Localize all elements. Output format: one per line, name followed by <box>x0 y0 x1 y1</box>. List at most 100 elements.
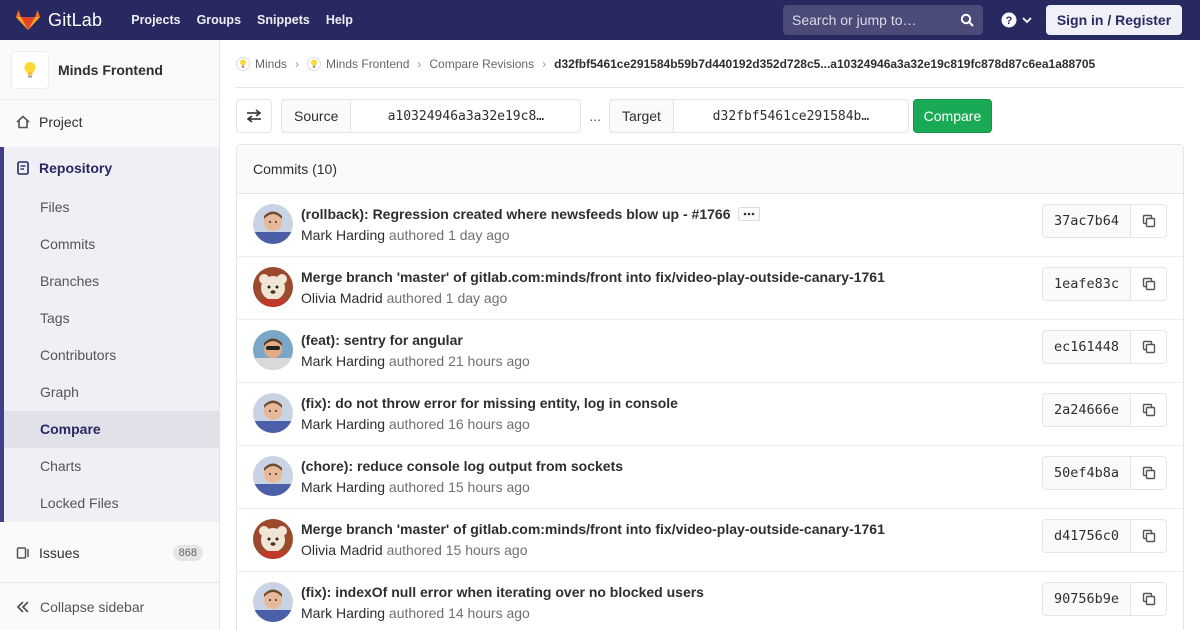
question-icon: ? <box>1001 12 1017 28</box>
commit-author[interactable]: Mark Harding <box>301 605 385 621</box>
authored-text: authored <box>386 542 446 558</box>
commit-title: (chore): reduce console log output from … <box>301 458 623 474</box>
commit-sha[interactable]: 2a24666e <box>1042 393 1131 427</box>
commit-meta: Mark Harding authored 14 hours ago <box>301 605 530 621</box>
sidebar-subitem-locked-files[interactable]: Locked Files <box>4 485 219 522</box>
breadcrumb-item-project[interactable]: Minds Frontend <box>307 56 409 71</box>
expand-description-button[interactable] <box>738 207 761 221</box>
sidebar-item-repository[interactable]: Repository <box>0 147 219 189</box>
help-dropdown[interactable]: ? <box>1001 9 1033 31</box>
commit-sha[interactable]: 1eafe83c <box>1042 267 1131 301</box>
commit-time: 1 day ago <box>445 290 508 306</box>
commit-author[interactable]: Olivia Madrid <box>301 542 383 558</box>
copy-icon <box>1142 529 1155 543</box>
chevron-right-icon: › <box>295 56 300 71</box>
commit-meta: Olivia Madrid authored 15 hours ago <box>301 542 528 558</box>
breadcrumb-current[interactable]: d32fbf5461ce291584b59b7d440192d352d728c5… <box>554 57 1095 71</box>
nav-link-groups[interactable]: Groups <box>189 0 249 40</box>
copy-icon <box>1142 214 1155 228</box>
commit-sha-group: d41756c0 <box>1042 519 1167 553</box>
avatar[interactable] <box>253 519 293 559</box>
commit-title: (fix): do not throw error for missing en… <box>301 395 678 411</box>
source-revision-group: Source a10324946a3a32e19c8… <box>281 99 582 133</box>
nav-link-projects[interactable]: Projects <box>123 0 188 40</box>
sidebar-subitem-charts[interactable]: Charts <box>4 448 219 485</box>
collapse-sidebar-button[interactable]: Collapse sidebar <box>0 582 219 630</box>
search-input[interactable] <box>792 12 960 28</box>
avatar[interactable] <box>253 267 293 307</box>
breadcrumb-label: Minds <box>255 56 288 71</box>
avatar[interactable] <box>253 393 293 433</box>
copy-sha-button[interactable] <box>1131 393 1167 427</box>
revision-separator: ... <box>589 108 602 124</box>
compare-form: Source a10324946a3a32e19c8… ... Target d… <box>236 99 992 133</box>
commit-time: 15 hours ago <box>445 542 528 558</box>
commits-panel: Commits (10) (rollback): Regression crea… <box>236 144 1184 630</box>
brand-name: GitLab <box>48 9 103 30</box>
sidebar-project-header[interactable]: Minds Frontend <box>0 40 219 100</box>
home-icon <box>16 115 30 129</box>
commit-title-link[interactable]: Merge branch 'master' of gitlab.com:mind… <box>301 521 885 537</box>
commit-author[interactable]: Mark Harding <box>301 227 385 243</box>
copy-sha-button[interactable] <box>1131 456 1167 490</box>
signin-register-button[interactable]: Sign in / Register <box>1046 5 1182 35</box>
commit-sha[interactable]: 90756b9e <box>1042 582 1131 616</box>
nav-link-snippets[interactable]: Snippets <box>249 0 318 40</box>
project-avatar-icon <box>307 56 322 71</box>
commit-title-link[interactable]: (chore): reduce console log output from … <box>301 458 623 474</box>
sidebar-subitem-files[interactable]: Files <box>4 189 219 226</box>
search-icon[interactable] <box>960 13 974 27</box>
sidebar-subitem-commits[interactable]: Commits <box>4 226 219 263</box>
avatar[interactable] <box>253 456 293 496</box>
sidebar-subitem-graph[interactable]: Graph <box>4 374 219 411</box>
commit-sha[interactable]: 50ef4b8a <box>1042 456 1131 490</box>
commit-author[interactable]: Olivia Madrid <box>301 290 383 306</box>
target-revision-dropdown[interactable]: d32fbf5461ce291584b… <box>673 99 909 133</box>
commit-author[interactable]: Mark Harding <box>301 353 385 369</box>
commit-author[interactable]: Mark Harding <box>301 416 385 432</box>
commit-sha[interactable]: ec161448 <box>1042 330 1131 364</box>
avatar[interactable] <box>253 330 293 370</box>
commit-sha[interactable]: d41756c0 <box>1042 519 1131 553</box>
avatar[interactable] <box>253 582 293 622</box>
breadcrumb-item-minds[interactable]: Minds <box>236 56 288 71</box>
commit-title-link[interactable]: (feat): sentry for angular <box>301 332 463 348</box>
sidebar-subitem-compare[interactable]: Compare <box>4 411 219 448</box>
breadcrumb-item-compare[interactable]: Compare Revisions <box>429 57 534 71</box>
commit-meta: Mark Harding authored 1 day ago <box>301 227 510 243</box>
sidebar-subitem-branches[interactable]: Branches <box>4 263 219 300</box>
chevron-right-icon: › <box>417 56 422 71</box>
repository-submenu: Files Commits Branches Tags Contributors… <box>0 189 219 522</box>
gitlab-logo[interactable]: GitLab <box>0 0 102 40</box>
copy-sha-button[interactable] <box>1131 519 1167 553</box>
nav-link-help[interactable]: Help <box>318 0 361 40</box>
commit-title-link[interactable]: (fix): indexOf null error when iterating… <box>301 584 704 600</box>
commit-time: 16 hours ago <box>448 416 530 432</box>
source-label: Source <box>281 99 352 133</box>
sidebar-item-label: Project <box>39 114 83 130</box>
nav-links: Projects Groups Snippets Help <box>123 0 361 40</box>
swap-revisions-button[interactable] <box>236 99 272 133</box>
commit-sha[interactable]: 37ac7b64 <box>1042 204 1131 238</box>
sidebar-item-project[interactable]: Project <box>0 102 219 142</box>
source-revision-dropdown[interactable]: a10324946a3a32e19c8… <box>351 99 582 133</box>
commit-title-link[interactable]: Merge branch 'master' of gitlab.com:mind… <box>301 269 885 285</box>
copy-sha-button[interactable] <box>1131 267 1167 301</box>
commit-author[interactable]: Mark Harding <box>301 479 385 495</box>
avatar[interactable] <box>253 204 293 244</box>
sidebar-item-issues[interactable]: Issues 868 <box>0 533 219 573</box>
commit-sha-group: 50ef4b8a <box>1042 456 1167 490</box>
copy-sha-button[interactable] <box>1131 330 1167 364</box>
copy-sha-button[interactable] <box>1131 582 1167 616</box>
commit-title-link[interactable]: (rollback): Regression created where new… <box>301 206 730 222</box>
commit-title-link[interactable]: (fix): do not throw error for missing en… <box>301 395 678 411</box>
lightbulb-icon <box>24 61 36 77</box>
sidebar-subitem-tags[interactable]: Tags <box>4 300 219 337</box>
commit-row: (fix): indexOf null error when iterating… <box>237 572 1183 630</box>
copy-sha-button[interactable] <box>1131 204 1167 238</box>
main-content: Minds › Minds Frontend › Compare Revisio… <box>236 40 1184 630</box>
compare-button[interactable]: Compare <box>912 99 992 133</box>
sidebar-subitem-contributors[interactable]: Contributors <box>4 337 219 374</box>
commits-header: Commits (10) <box>237 145 1183 194</box>
ellipsis-icon <box>744 212 755 216</box>
